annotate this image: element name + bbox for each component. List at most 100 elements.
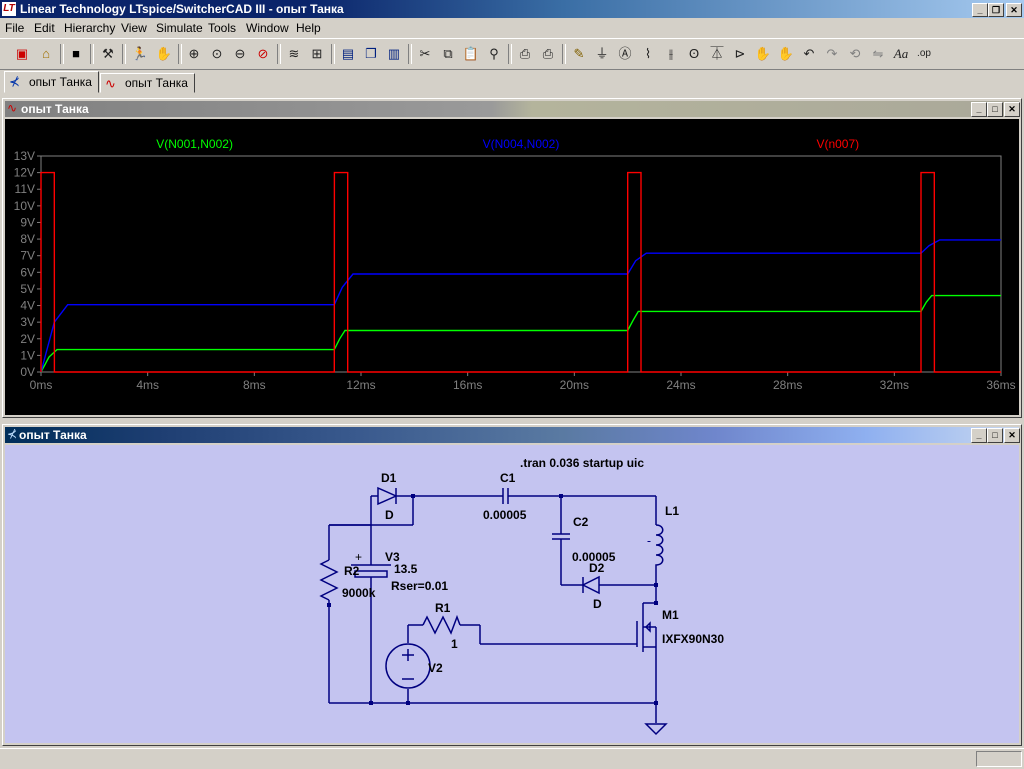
minimize-button[interactable]: _ xyxy=(971,428,987,443)
toolbar-separator xyxy=(60,44,64,64)
tile-vertical-icon[interactable]: ▥ xyxy=(384,44,404,64)
maximize-button[interactable]: □ xyxy=(987,102,1003,117)
close-button[interactable]: ✕ xyxy=(1004,102,1020,117)
zoom-pan-icon[interactable]: ⊙ xyxy=(207,44,227,64)
resistor-r1[interactable] xyxy=(422,614,461,635)
app-logo-icon[interactable]: LT xyxy=(2,2,16,16)
label-r1-value: 1 xyxy=(451,637,458,651)
move-icon[interactable]: ✋ xyxy=(753,44,773,64)
capacitor-icon[interactable]: ⫲ xyxy=(661,44,681,64)
grid-icon[interactable]: ⊞ xyxy=(307,44,327,64)
halt-icon[interactable]: ✋ xyxy=(154,44,174,64)
mirror-icon[interactable]: ⇋ xyxy=(868,44,888,64)
y-tick-label: 9V xyxy=(20,215,35,229)
copy-icon[interactable]: ⧉ xyxy=(438,44,458,64)
menu-hierarchy[interactable]: Hierarchy xyxy=(64,21,115,35)
schematic-window[interactable]: ⊀ опыт Танка _ □ ✕ .tran 0.036 startup u… xyxy=(2,424,1022,746)
y-tick-label: 5V xyxy=(20,282,35,296)
circuit-diagram[interactable]: .tran 0.036 startup uic D1 D C1 0.00005 … xyxy=(5,445,1019,743)
resistor-r2[interactable] xyxy=(319,559,339,601)
undo-icon[interactable]: ↶ xyxy=(799,44,819,64)
spice-directive[interactable]: .tran 0.036 startup uic xyxy=(520,456,644,470)
label-c2-ref: C2 xyxy=(573,515,589,529)
text-icon[interactable]: Aa xyxy=(891,44,911,64)
y-tick-label: 10V xyxy=(14,199,35,213)
menu-view[interactable]: View xyxy=(121,21,147,35)
x-tick-label: 12ms xyxy=(346,378,375,392)
x-tick-label: 16ms xyxy=(453,378,482,392)
diode-d1[interactable] xyxy=(377,486,412,506)
diode-icon[interactable]: ⏄ xyxy=(707,44,727,64)
label-d2-value: D xyxy=(593,597,602,611)
redo-icon[interactable]: ↷ xyxy=(822,44,842,64)
menu-help[interactable]: Help xyxy=(296,21,321,35)
save-icon[interactable]: ■ xyxy=(66,44,86,64)
y-tick-label: 3V xyxy=(20,315,35,329)
close-button[interactable]: ✕ xyxy=(1004,428,1020,443)
zoom-fit-icon[interactable]: ⊘ xyxy=(253,44,273,64)
wire-icon[interactable]: ✎ xyxy=(569,44,589,64)
inductor-icon[interactable]: ʘ xyxy=(684,44,704,64)
cascade-icon[interactable]: ❐ xyxy=(361,44,381,64)
autorange-icon[interactable]: ≋ xyxy=(284,44,304,64)
tab-schematic[interactable]: ⊀ опыт Танка xyxy=(4,71,99,93)
mosfet-m1[interactable] xyxy=(636,602,657,652)
waveform-window-caption[interactable]: ∿ опыт Танка _ □ ✕ xyxy=(5,101,1020,117)
label-icon[interactable]: Ⓐ xyxy=(615,44,635,64)
open-file-icon[interactable]: ⌂ xyxy=(36,44,56,64)
diode-d2[interactable] xyxy=(581,575,600,595)
y-tick-label: 2V xyxy=(20,332,35,346)
label-c1-value: 0.00005 xyxy=(483,508,527,522)
run-icon[interactable]: 🏃 xyxy=(130,44,150,64)
ground-icon[interactable]: ⏚ xyxy=(592,44,612,64)
menu-simulate[interactable]: Simulate xyxy=(156,21,203,35)
cut-icon[interactable]: ✂ xyxy=(415,44,435,64)
schematic-canvas[interactable]: .tran 0.036 startup uic D1 D C1 0.00005 … xyxy=(5,445,1019,743)
legend-entry-1: V(N004,N002) xyxy=(483,137,560,151)
menu-tools[interactable]: Tools xyxy=(208,21,236,35)
tile-horizontal-icon[interactable]: ▤ xyxy=(338,44,358,64)
zoom-out-icon[interactable]: ⊖ xyxy=(230,44,250,64)
toolbar-separator xyxy=(277,44,281,64)
maximize-button[interactable]: □ xyxy=(987,428,1003,443)
y-tick-label: 6V xyxy=(20,265,35,279)
find-icon[interactable]: ⚲ xyxy=(484,44,504,64)
close-button[interactable]: ✕ xyxy=(1006,3,1022,17)
x-tick-label: 28ms xyxy=(773,378,802,392)
y-tick-label: 8V xyxy=(20,232,35,246)
zoom-in-icon[interactable]: ⊕ xyxy=(184,44,204,64)
tab-waveform[interactable]: ∿ опыт Танка xyxy=(100,73,195,93)
menu-file[interactable]: File xyxy=(5,21,24,35)
toolbar-separator xyxy=(178,44,182,64)
schematic-window-title: опыт Танка xyxy=(19,428,87,442)
spice-directive-icon[interactable]: .op xyxy=(914,44,934,64)
schematic-icon: ⊀ xyxy=(9,74,20,89)
drag-icon[interactable]: ✋ xyxy=(776,44,796,64)
print-setup-icon[interactable]: ⎙ xyxy=(515,44,535,64)
open-schematic-icon[interactable]: ▣ xyxy=(12,44,32,64)
print-icon[interactable]: ⎙ xyxy=(538,44,558,64)
waveform-chart[interactable]: 0V 1V 2V 3V 4V 5V 6V 7V 8V 9V 10V 11V 12V 13V 0ms 4ms 8m… xyxy=(5,119,1019,415)
menu-window[interactable]: Window xyxy=(246,21,289,35)
restore-button[interactable]: ❐ xyxy=(988,3,1004,17)
menu-edit[interactable]: Edit xyxy=(34,21,55,35)
rotate-icon[interactable]: ⟲ xyxy=(845,44,865,64)
waveform-window[interactable]: ∿ опыт Танка _ □ ✕ 0V 1V 2V 3V 4V 5V 6V 7V 8V 9V 1… xyxy=(2,98,1022,418)
paste-icon[interactable]: 📋 xyxy=(461,44,481,64)
inductor-l1[interactable] xyxy=(647,524,664,567)
y-tick-label: 11V xyxy=(15,182,35,196)
toolbar-separator xyxy=(122,44,126,64)
capacitor-c1[interactable] xyxy=(495,488,516,504)
resistor-icon[interactable]: ⌇ xyxy=(638,44,658,64)
ground-icon[interactable] xyxy=(644,723,668,736)
toolbar: ▣ ⌂ ■ ⚒ 🏃 ✋ ⊕ ⊙ ⊖ ⊘ ≋ ⊞ ▤ ❐ ▥ ✂ ⧉ 📋 ⚲ ⎙ … xyxy=(0,38,1024,70)
voltage-source-v2[interactable] xyxy=(385,643,431,689)
component-icon[interactable]: ⊳ xyxy=(730,44,750,64)
capacitor-c2[interactable] xyxy=(552,533,570,544)
minimize-button[interactable]: _ xyxy=(971,102,987,117)
schematic-window-caption[interactable]: ⊀ опыт Танка _ □ ✕ xyxy=(5,427,1020,443)
waveform-plot-area[interactable]: 0V 1V 2V 3V 4V 5V 6V 7V 8V 9V 10V 11V 12V 13V 0ms 4ms 8m… xyxy=(5,119,1019,415)
label-m1-ref: M1 xyxy=(662,608,679,622)
minimize-button[interactable]: _ xyxy=(972,3,988,17)
control-panel-icon[interactable]: ⚒ xyxy=(98,44,118,64)
